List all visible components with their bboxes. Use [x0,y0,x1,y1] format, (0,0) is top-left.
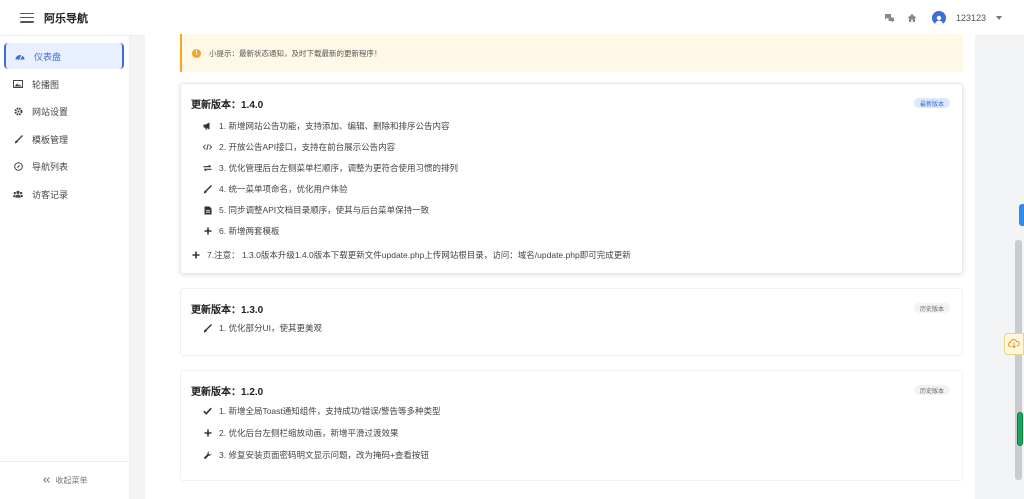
dashboard-icon [15,51,25,61]
plus-icon [203,227,212,236]
release-item-text: 2. 开放公告API接口，支持在前台展示公告内容 [219,142,396,152]
wrench-icon [203,450,212,460]
main-panel: ! 小提示：最新状态通知，及时下载最新的更新程序！ 更新版本：1.4.0 最新版… [145,26,975,499]
chat-icon[interactable] [884,12,896,24]
code-icon [203,143,212,152]
avatar[interactable] [931,11,946,25]
release-note: 7.注意： 1.3.0版本升级1.4.0版本下载更新文件update.php上传… [191,248,631,262]
collapse-menu-button[interactable]: 收起菜单 [0,461,130,499]
list-item: 6. 新增两套模板 [203,224,279,238]
double-chevron-left-icon [42,476,50,485]
sidebar-item-visitors[interactable]: 访客记录 [4,181,124,207]
release-item-text: 4. 统一菜单项命名，优化用户体验 [219,184,348,194]
sidebar-item-templates[interactable]: 模板管理 [4,126,124,152]
gear-icon [13,106,23,116]
update-notice: ! 小提示：最新状态通知，及时下载最新的更新程序！ [180,34,963,72]
list-item: 3. 修复安装页面密码明文显示问题，改为掩码+查看按钮 [203,448,429,462]
collapse-menu-label: 收起菜单 [55,476,88,485]
sidebar-item-label: 访客记录 [32,189,69,200]
sidebar-item-label: 网站设置 [32,106,69,117]
list-item: 1. 新增全局Toast通知组件，支持成功/错误/警告等多种类型 [203,404,441,418]
status-indicator[interactable] [1017,412,1023,446]
sidebar-item-label: 导航列表 [32,161,69,172]
sidebar-item-site-settings[interactable]: 网站设置 [4,98,124,124]
release-card-1-3-0: 更新版本：1.3.0 历史版本 1. 优化部分UI，使其更美观 [180,288,963,356]
home-icon[interactable] [906,12,918,24]
megaphone-icon [203,122,212,131]
release-card-1-4-0: 更新版本：1.4.0 最新版本 1. 新增网站公告功能，支持添加、编辑、删除和排… [180,83,963,274]
document-icon [203,206,212,215]
release-title: 更新版本：1.3.0 [191,305,264,316]
latest-version-badge: 最新版本 [913,98,950,108]
release-item-text: 1. 新增全局Toast通知组件，支持成功/错误/警告等多种类型 [219,406,441,416]
release-title: 更新版本：1.2.0 [191,387,264,398]
sidebar: 仪表盘 轮播图 网站设置 模板管理 导航列表 访客记录 收起菜单 [0,36,130,499]
plus-icon [203,429,212,438]
list-item: 1. 优化部分UI，使其更美观 [203,321,322,335]
sidebar-item-label: 仪表盘 [34,51,62,62]
release-item-text: 2. 优化后台左侧栏缩放动画，新增平滑过渡效果 [219,428,399,438]
brand-title: 阿乐导航 [44,12,88,25]
brush-icon [203,184,212,194]
sidebar-item-nav-list[interactable]: 导航列表 [4,153,124,179]
release-item-text: 1. 优化部分UI，使其更美观 [219,323,322,333]
sidebar-item-label: 轮播图 [32,79,60,90]
side-tab[interactable] [1019,204,1024,226]
chevron-down-icon[interactable] [996,16,1002,20]
list-item: 5. 同步调整API文档目录顺序，使其与后台菜单保持一致 [203,203,429,217]
release-item-text: 3. 修复安装页面密码明文显示问题，改为掩码+查看按钮 [219,450,429,460]
list-item: 3. 优化管理后台左侧菜单栏顺序，调整为更符合使用习惯的排列 [203,161,458,175]
release-item-text: 5. 同步调整API文档目录顺序，使其与后台菜单保持一致 [219,205,430,215]
sidebar-item-label: 模板管理 [32,134,69,145]
list-item: 1. 新增网站公告功能，支持添加、编辑、删除和排序公告内容 [203,119,449,133]
compass-icon [13,161,23,171]
hamburger-menu-icon[interactable] [20,12,34,23]
username[interactable]: 123123 [956,13,986,23]
users-icon [13,189,23,199]
sidebar-item-dashboard[interactable]: 仪表盘 [4,43,124,69]
history-version-badge: 历史版本 [913,303,950,313]
list-item: 2. 优化后台左侧栏缩放动画，新增平滑过渡效果 [203,426,398,440]
cloud-download-button[interactable] [1004,333,1024,355]
release-item-text: 1. 新增网站公告功能，支持添加、编辑、删除和排序公告内容 [219,121,450,131]
check-icon [203,407,212,416]
history-version-badge: 历史版本 [913,385,950,395]
list-item: 2. 开放公告API接口，支持在前台展示公告内容 [203,140,395,154]
release-note-text: 7.注意： 1.3.0版本升级1.4.0版本下载更新文件update.php上传… [207,250,631,260]
brush-icon [13,134,23,144]
release-item-text: 6. 新增两套模板 [219,226,280,236]
sidebar-item-carousel[interactable]: 轮播图 [4,71,124,97]
info-icon: ! [192,48,201,58]
list-item: 4. 统一菜单项命名，优化用户体验 [203,182,347,196]
release-card-1-2-0: 更新版本：1.2.0 历史版本 1. 新增全局Toast通知组件，支持成功/错误… [180,370,963,481]
swap-icon [203,164,212,173]
notice-text: 小提示：最新状态通知，及时下载最新的更新程序！ [209,48,382,58]
cloud-icon [1008,335,1020,353]
brush-icon [203,323,212,333]
release-item-text: 3. 优化管理后台左侧菜单栏顺序，调整为更符合使用习惯的排列 [219,163,458,173]
image-icon [13,79,23,89]
release-title: 更新版本：1.4.0 [191,100,264,111]
plus-icon [191,251,200,260]
